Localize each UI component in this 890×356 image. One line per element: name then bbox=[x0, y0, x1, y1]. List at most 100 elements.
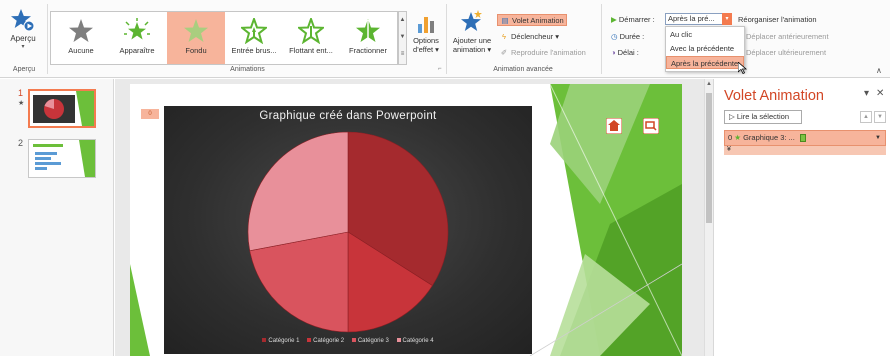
dialog-launcher-icon[interactable]: ⌐ bbox=[438, 66, 442, 72]
legend-swatch bbox=[396, 338, 401, 343]
effect-label: Apparaître bbox=[119, 46, 155, 55]
animation-painter-label: Reproduire l'animation bbox=[511, 48, 586, 57]
slide-1-preview bbox=[30, 91, 94, 126]
timeline-bar bbox=[799, 134, 806, 143]
duration-text: Durée : bbox=[619, 32, 645, 41]
burst-star-icon bbox=[124, 18, 150, 40]
gallery-scrollbar[interactable]: ▲ ▼ ≡ bbox=[398, 11, 407, 65]
add-star-icon bbox=[461, 10, 482, 31]
animation-pane-icon: ▤ bbox=[501, 16, 509, 25]
chart[interactable]: Graphique créé dans Powerpoint Catégorie… bbox=[164, 106, 532, 354]
legend-entry: Catégorie 3 bbox=[351, 338, 389, 344]
effect-apparaitre[interactable]: Apparaître bbox=[107, 12, 167, 64]
group-label-apercu: Aperçu bbox=[12, 66, 36, 73]
start-select[interactable]: Après la pré... bbox=[665, 13, 723, 25]
chevron-down-icon[interactable]: ▾ bbox=[722, 13, 732, 25]
legend-label: Catégorie 3 bbox=[357, 338, 389, 344]
trigger-label: Déclencheur ▾ bbox=[511, 32, 559, 41]
move-up-icon[interactable]: ▲ bbox=[860, 111, 872, 123]
slide-thumbnail-2[interactable] bbox=[28, 139, 96, 178]
chevron-up-icon[interactable]: ▲ bbox=[399, 12, 406, 29]
pane-options-icon[interactable]: ▾ bbox=[864, 88, 869, 99]
bar-chart-icon bbox=[418, 17, 434, 33]
chart-legend: Catégorie 1 Catégorie 2 Catégorie 3 Caté… bbox=[164, 338, 532, 344]
zoom-icon[interactable] bbox=[643, 118, 659, 134]
effect-entree-brusque[interactable]: Entrée brus... bbox=[225, 12, 283, 64]
move-earlier-label: Déplacer antérieurement bbox=[746, 32, 829, 41]
effect-options-label: Options bbox=[413, 36, 439, 45]
start-label: ▶ Démarrer : bbox=[611, 15, 655, 24]
move-down-icon[interactable]: ▼ bbox=[874, 111, 886, 123]
slide-thumbnail-pane: 1 ★ 2 bbox=[0, 79, 114, 356]
pie-chart bbox=[247, 131, 449, 333]
animation-pane-button[interactable]: ▤ Volet Animation bbox=[497, 14, 567, 26]
move-later-label: Déplacer ultérieurement bbox=[746, 48, 827, 57]
animation-pane: Volet Animation ▾ ✕ ▷ Lire la sélection … bbox=[713, 79, 890, 356]
animation-painter-button[interactable]: ✐ Reproduire l'animation bbox=[499, 47, 586, 59]
group-label-animations: Animations bbox=[230, 66, 265, 73]
apercu-button[interactable]: Aperçu ▾ bbox=[3, 8, 43, 64]
play-selection-label: Lire la sélection bbox=[736, 112, 789, 121]
chevron-down-icon: ▾ bbox=[21, 44, 25, 50]
legend-entry: Catégorie 1 bbox=[262, 338, 299, 344]
effect-options-button[interactable]: Options d'effet ▾ bbox=[410, 14, 442, 54]
dropdown-option-au-clic[interactable]: Au clic bbox=[666, 28, 744, 41]
ribbon: Aperçu ▾ Aperçu Aucune Apparaître Fondu … bbox=[0, 0, 890, 78]
lightning-icon: ϟ bbox=[502, 32, 506, 41]
legend-entry: Catégorie 2 bbox=[307, 338, 344, 344]
chevron-down-icon[interactable]: ▼ bbox=[399, 29, 406, 46]
chevron-up-icon[interactable]: ▲ bbox=[705, 81, 713, 87]
fade-star-icon bbox=[184, 19, 208, 42]
collapse-ribbon-icon[interactable]: ∧ bbox=[876, 66, 882, 75]
pie-slice bbox=[247, 131, 349, 252]
legend-swatch bbox=[307, 338, 312, 343]
expand-contents-button[interactable]: ¥ bbox=[724, 146, 886, 155]
close-icon[interactable]: ✕ bbox=[876, 88, 884, 99]
star-icon bbox=[69, 19, 93, 42]
effect-fondu[interactable]: Fondu bbox=[167, 12, 225, 64]
move-earlier-button[interactable]: Déplacer antérieurement bbox=[746, 32, 829, 41]
legend-label: Catégorie 4 bbox=[402, 338, 434, 344]
animation-gallery: Aucune Apparaître Fondu Entrée brus... F… bbox=[50, 11, 398, 65]
more-icon[interactable]: ≡ bbox=[399, 46, 406, 63]
fly-in-star-icon bbox=[241, 18, 267, 44]
effect-label: Fondu bbox=[185, 46, 207, 55]
chevron-down-icon[interactable]: ▼ bbox=[875, 131, 881, 145]
divider bbox=[446, 4, 447, 74]
dropdown-option-avec-precedente[interactable]: Avec la précédente bbox=[666, 42, 744, 55]
reorder-label: Réorganiser l'animation bbox=[738, 15, 817, 24]
animation-order-tag[interactable]: 0 bbox=[141, 109, 159, 119]
effect-fractionner[interactable]: Fractionner bbox=[339, 12, 397, 64]
start-dropdown-menu: Au clic Avec la précédente Après la préc… bbox=[665, 26, 745, 72]
effect-options-label-2: d'effet ▾ bbox=[413, 45, 439, 54]
slide-thumbnail-1[interactable] bbox=[28, 89, 96, 128]
animation-index: 0 bbox=[728, 133, 733, 142]
play-selection-button[interactable]: ▷ Lire la sélection bbox=[724, 110, 802, 124]
effect-label: Flottant ent... bbox=[289, 46, 333, 55]
preview-star-icon bbox=[11, 9, 35, 32]
legend-label: Catégorie 2 bbox=[313, 338, 345, 344]
effect-aucune[interactable]: Aucune bbox=[51, 12, 111, 64]
add-animation-button[interactable]: Ajouter une animation ▾ bbox=[449, 10, 495, 54]
delay-text: Délai : bbox=[617, 48, 639, 57]
slide-scrollbar[interactable]: ▲ bbox=[704, 79, 713, 356]
paintbrush-icon: ✐ bbox=[500, 48, 508, 57]
delay-label: ◑ Délai : bbox=[611, 48, 639, 57]
legend-label: Catégorie 1 bbox=[268, 338, 300, 344]
home-icon[interactable] bbox=[606, 118, 622, 134]
move-later-button[interactable]: Déplacer ultérieurement bbox=[746, 48, 826, 57]
play-icon: ▶ bbox=[611, 15, 617, 24]
dropdown-option-apres-precedente[interactable]: Après la précédente bbox=[666, 56, 744, 69]
effect-flottant-entrant[interactable]: Flottant ent... bbox=[281, 12, 341, 64]
group-label-advanced: Animation avancée bbox=[493, 66, 553, 73]
animation-marker-icon: ★ bbox=[18, 100, 25, 107]
play-icon: ▷ bbox=[729, 112, 735, 121]
legend-swatch bbox=[351, 338, 356, 343]
scrollbar-thumb[interactable] bbox=[706, 93, 712, 223]
float-in-star-icon bbox=[298, 18, 324, 44]
animation-list-item[interactable]: 0 ★ Graphique 3: ... ▼ bbox=[724, 130, 886, 146]
clock-icon: ◷ bbox=[611, 32, 618, 41]
legend-swatch bbox=[262, 338, 267, 343]
add-animation-label: Ajouter une bbox=[452, 36, 492, 45]
trigger-button[interactable]: ϟ Déclencheur ▾ bbox=[499, 31, 559, 43]
